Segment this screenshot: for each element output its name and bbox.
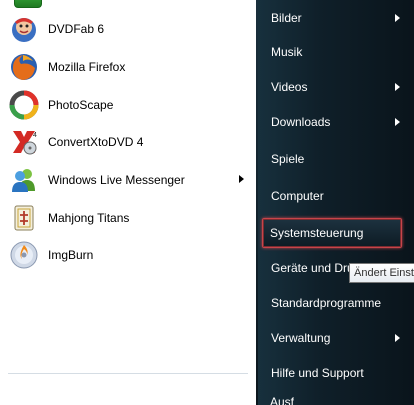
messenger-icon bbox=[8, 164, 40, 196]
program-item-imgburn[interactable]: ImgBurn bbox=[6, 237, 252, 273]
place-item-downloads[interactable]: Downloads bbox=[270, 107, 412, 137]
program-label: ImgBurn bbox=[48, 248, 94, 262]
program-label: Mozilla Firefox bbox=[48, 60, 126, 74]
place-label: Videos bbox=[271, 80, 308, 94]
dvdfab-icon bbox=[8, 13, 40, 45]
place-item-partial[interactable]: Ausf bbox=[270, 395, 294, 405]
place-label: Spiele bbox=[271, 152, 305, 166]
place-label: Hilfe und Support bbox=[271, 366, 364, 380]
imgburn-icon bbox=[8, 239, 40, 271]
program-item-mahjong-titans[interactable]: Mahjong Titans bbox=[6, 200, 252, 236]
start-menu-programs-pane: DVDFab 6 Mozilla Firefox PhotoScape 4 Co… bbox=[0, 0, 256, 405]
place-item-bilder[interactable]: Bilder bbox=[270, 3, 412, 33]
program-label: Mahjong Titans bbox=[48, 211, 130, 225]
program-label: Windows Live Messenger bbox=[48, 173, 185, 187]
submenu-arrow-icon bbox=[395, 118, 400, 126]
place-item-musik[interactable]: Musik bbox=[270, 37, 412, 67]
place-item-verwaltung[interactable]: Verwaltung bbox=[270, 323, 412, 353]
place-item-videos[interactable]: Videos bbox=[270, 72, 412, 102]
place-item-systemsteuerung[interactable]: Systemsteuerung bbox=[262, 218, 402, 248]
program-label: ConvertXtoDVD 4 bbox=[48, 135, 144, 149]
submenu-arrow-icon bbox=[239, 175, 244, 183]
start-menu-places-pane: Bilder Musik Videos Downloads Spiele Com… bbox=[258, 0, 414, 405]
program-item-photoscape[interactable]: PhotoScape bbox=[6, 87, 252, 123]
place-label: Computer bbox=[271, 189, 324, 203]
svg-text:4: 4 bbox=[33, 132, 37, 139]
place-item-spiele[interactable]: Spiele bbox=[270, 144, 412, 174]
place-item-computer[interactable]: Computer bbox=[270, 181, 412, 211]
place-label: Bilder bbox=[271, 11, 302, 25]
submenu-arrow-icon bbox=[395, 334, 400, 342]
program-item-convertxtodvd[interactable]: 4 ConvertXtoDVD 4 bbox=[6, 124, 252, 160]
place-label: Musik bbox=[271, 45, 303, 59]
program-label: PhotoScape bbox=[48, 98, 114, 112]
photoscape-icon bbox=[8, 89, 40, 121]
partial-program-icon bbox=[14, 0, 42, 8]
separator bbox=[8, 373, 248, 374]
submenu-arrow-icon bbox=[395, 14, 400, 22]
program-item-firefox[interactable]: Mozilla Firefox bbox=[6, 49, 252, 85]
place-label: Verwaltung bbox=[271, 331, 331, 345]
program-item-dvdfab[interactable]: DVDFab 6 bbox=[6, 11, 252, 47]
place-item-standardprogramme[interactable]: Standardprogramme bbox=[270, 288, 412, 318]
tooltip: Ändert Einst bbox=[349, 263, 414, 283]
firefox-icon bbox=[8, 51, 40, 83]
program-item-windows-live-messenger[interactable]: Windows Live Messenger bbox=[6, 162, 252, 198]
convertxtodvd-icon: 4 bbox=[8, 126, 40, 158]
mahjong-icon bbox=[8, 202, 40, 234]
place-label: Systemsteuerung bbox=[270, 226, 364, 240]
place-label: Downloads bbox=[271, 115, 331, 129]
place-label: Standardprogramme bbox=[271, 296, 382, 310]
submenu-arrow-icon bbox=[395, 83, 400, 91]
program-label: DVDFab 6 bbox=[48, 22, 105, 36]
place-item-hilfe-und-support[interactable]: Hilfe und Support bbox=[270, 358, 412, 388]
